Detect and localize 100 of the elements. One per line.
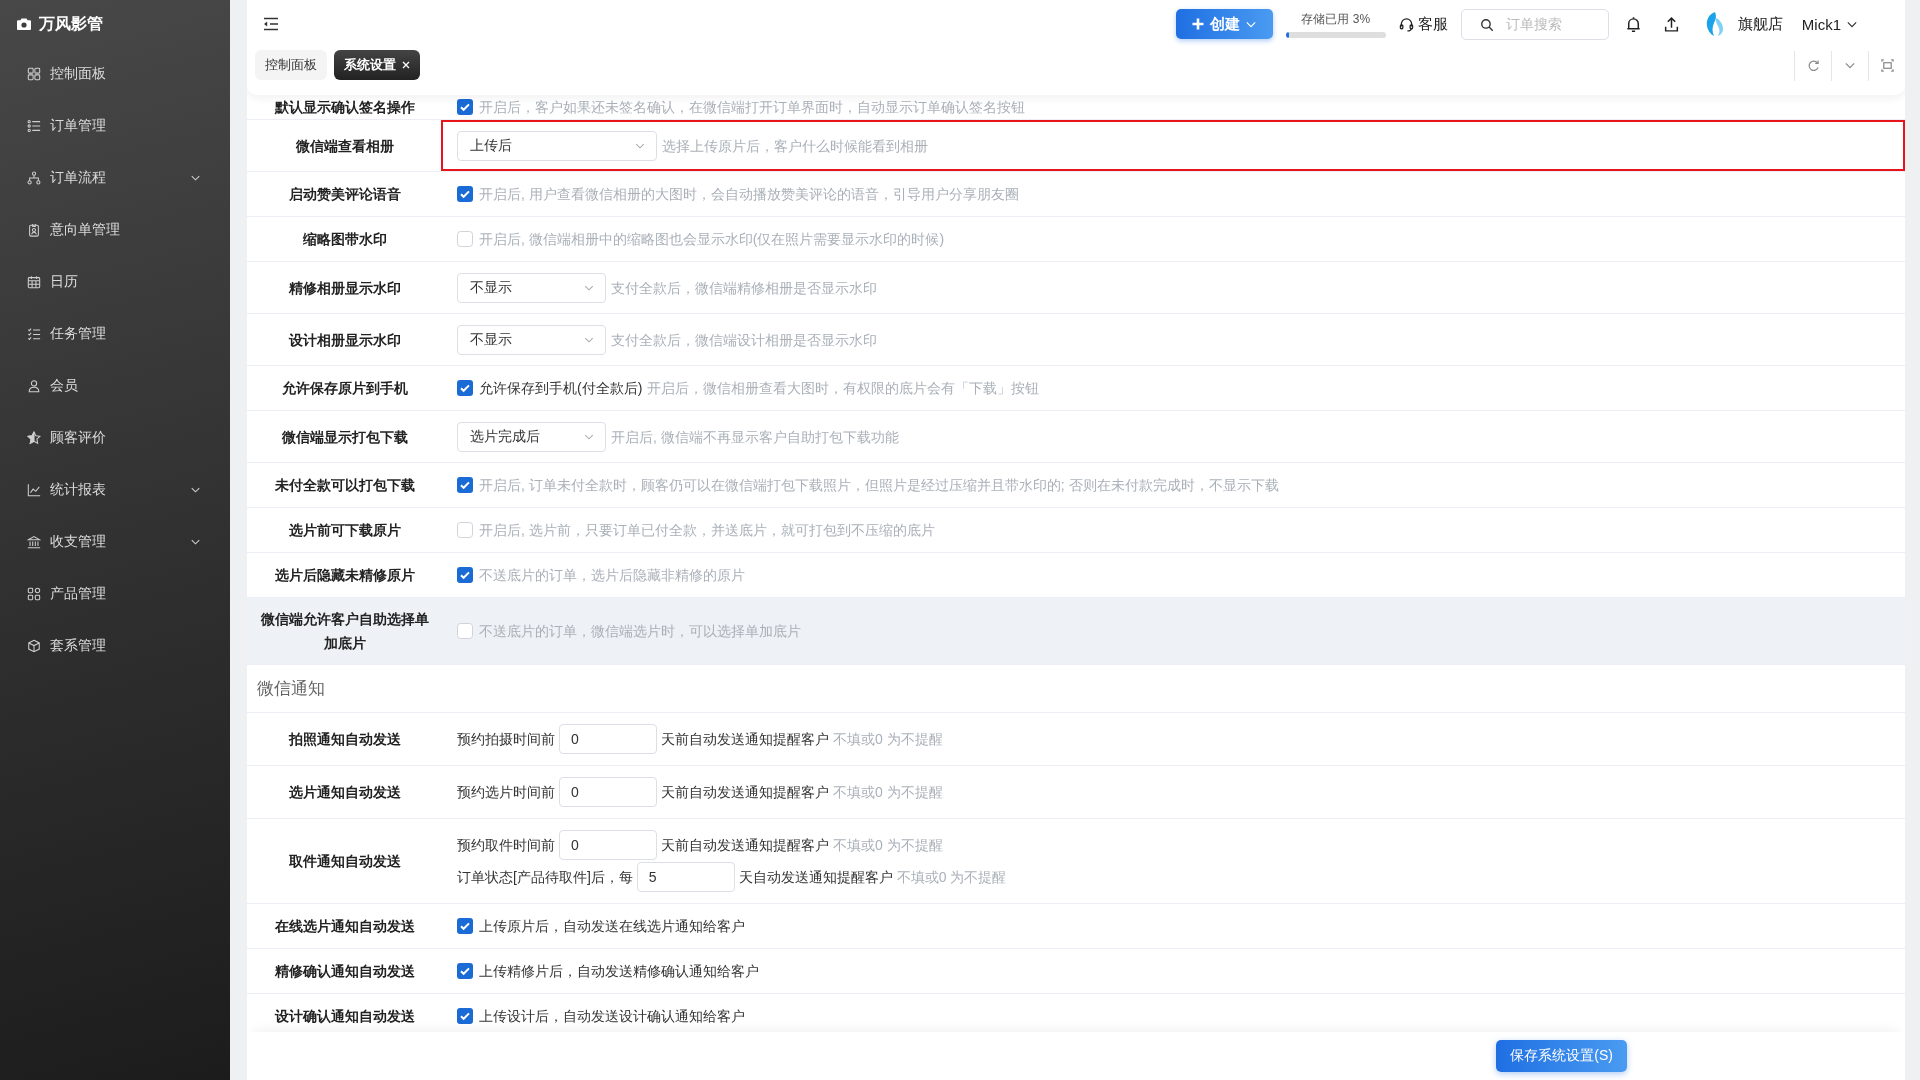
setting-label: 设计确认通知自动发送: [275, 1007, 415, 1026]
save-button[interactable]: 保存系统设置(S): [1496, 1040, 1627, 1072]
hint-text: 不送底片的订单，微信端选片时，可以选择单加底片: [479, 622, 801, 641]
chevron-down-icon[interactable]: [1845, 62, 1855, 69]
sidebar-item[interactable]: 订单流程: [0, 152, 230, 204]
field-suffix-text: 天前自动发送通知提醒客户: [661, 836, 829, 855]
checkbox[interactable]: [457, 231, 473, 247]
select-field[interactable]: 选片完成后: [457, 421, 606, 452]
checkbox[interactable]: [457, 99, 473, 115]
input-field[interactable]: 0: [559, 830, 657, 860]
hint-text: 开启后, 微信端不再显示客户自助打包下载功能: [611, 427, 899, 447]
camera-icon: [17, 18, 31, 30]
setting-label: 拍照通知自动发送: [289, 730, 401, 749]
grid-icon: [27, 67, 41, 81]
list-icon: [27, 119, 41, 133]
hint-text: 不填或0 为不提醒: [896, 868, 1007, 887]
hint-text: 开启后, 用户查看微信相册的大图时，会自动播放赞美评论的语音，引导用户分享朋友圈: [479, 185, 1019, 204]
apps-icon: [27, 587, 41, 601]
checkbox[interactable]: [457, 477, 473, 493]
chevron-down-icon: [191, 175, 200, 181]
setting-label: 选片后隐藏未精修原片: [275, 566, 415, 585]
setting-label: 微信端查看相册: [296, 136, 394, 156]
checkbox[interactable]: [457, 623, 473, 639]
hint-text: 不填或0 为不提醒: [833, 836, 943, 855]
tab[interactable]: 系统设置: [334, 49, 420, 80]
setting-label: 微信端允许客户自助选择单加底片: [260, 610, 430, 653]
hint-text: 支付全款后，微信端精修相册是否显示水印: [611, 278, 877, 298]
sidebar-item[interactable]: 统计报表: [0, 464, 230, 516]
checklist-icon: [27, 327, 41, 341]
input-field[interactable]: 0: [559, 777, 657, 807]
setting-label: 启动赞美评论语音: [289, 185, 401, 204]
create-button[interactable]: 创建: [1175, 9, 1273, 39]
checkbox[interactable]: [457, 380, 473, 396]
hint-text: 开启后, 订单未付全款时，顾客仍可以在微信端打包下载照片，但照片是经过压缩并且带水印的; 否则在未付款完成时，不显示下载: [479, 476, 1279, 495]
setting-label: 设计相册显示水印: [289, 330, 401, 350]
setting-label: 未付全款可以打包下载: [275, 476, 415, 495]
select-field[interactable]: 不显示: [457, 324, 606, 355]
field-suffix-text: 天前自动发送通知提醒客户: [661, 730, 829, 749]
calendar-icon: [27, 275, 41, 289]
field-prefix-text: 预约拍摄时间前: [457, 730, 555, 749]
sidebar-item[interactable]: 会员: [0, 360, 230, 412]
setting-label: 默认显示确认签名操作: [275, 98, 415, 117]
checkbox[interactable]: [457, 918, 473, 934]
sidebar-item[interactable]: 控制面板: [0, 48, 230, 100]
hint-text: 开启后, 选片前，只要订单已付全款，并送底片，就可打包到不压缩的底片: [479, 521, 935, 540]
sidebar-item[interactable]: 任务管理: [0, 308, 230, 360]
frame-icon[interactable]: [1880, 59, 1894, 72]
chevron-down-icon: [1847, 20, 1857, 28]
hint-text: 不填或0 为不提醒: [833, 730, 943, 749]
checkbox[interactable]: [457, 1008, 473, 1024]
search-field[interactable]: 订单搜索: [1460, 8, 1609, 40]
sidebar-item[interactable]: 顾客评价: [0, 412, 230, 464]
chevron-down-icon: [635, 142, 645, 149]
menu-icon[interactable]: [263, 17, 279, 31]
hint-text: 不填或0 为不提醒: [833, 783, 943, 802]
hierarchy-icon: [27, 171, 41, 185]
user-menu[interactable]: Mick1: [1801, 15, 1857, 33]
upload-icon[interactable]: [1662, 15, 1680, 33]
field-prefix-text: 订单状态[产品待取件]后，每: [457, 868, 633, 887]
sidebar-item[interactable]: 套系管理: [0, 620, 230, 672]
headset-icon: [1398, 16, 1414, 32]
chevron-down-icon: [191, 487, 200, 493]
user-icon: [27, 379, 41, 393]
hint-text: 开启后, 微信端相册中的缩略图也会显示水印(仅在照片需要显示水印的时候): [479, 230, 945, 249]
brand-name: 万风影管: [39, 13, 103, 34]
input-field[interactable]: 5: [636, 862, 735, 892]
checkbox[interactable]: [457, 522, 473, 538]
field-prefix-text: 预约选片时间前: [457, 783, 555, 802]
checkbox[interactable]: [457, 567, 473, 583]
refresh-icon[interactable]: [1806, 59, 1820, 72]
field-suffix-text: 天前自动发送通知提醒客户: [661, 783, 829, 802]
shop-name: 旗舰店: [1737, 14, 1783, 34]
hint-text: 开启后，微信相册查看大图时，有权限的底片会有「下载」按钮: [647, 379, 1040, 398]
id-badge-icon: [27, 223, 41, 237]
close-icon[interactable]: [402, 60, 410, 69]
bell-icon[interactable]: [1624, 15, 1642, 33]
setting-label: 精修确认通知自动发送: [275, 962, 415, 981]
input-field[interactable]: 0: [559, 724, 657, 754]
checkbox-label: 上传精修片后，自动发送精修确认通知给客户: [479, 962, 759, 981]
hint-text: 不送底片的订单，选片后隐藏非精修的原片: [479, 566, 745, 585]
support-link[interactable]: 客服: [1398, 14, 1448, 34]
sidebar-item[interactable]: 产品管理: [0, 568, 230, 620]
sidebar-item[interactable]: 意向单管理: [0, 204, 230, 256]
sidebar-item[interactable]: 收支管理: [0, 516, 230, 568]
checkbox[interactable]: [457, 186, 473, 202]
cube-icon: [27, 639, 41, 653]
checkbox-label: 允许保存到手机(付全款后): [479, 379, 643, 398]
sidebar-item[interactable]: 订单管理: [0, 100, 230, 152]
select-field[interactable]: 不显示: [457, 272, 606, 303]
star-icon: [27, 431, 41, 445]
setting-label: 选片通知自动发送: [289, 783, 401, 802]
select-field[interactable]: 上传后: [457, 130, 657, 161]
sidebar-item[interactable]: 日历: [0, 256, 230, 308]
field-suffix-text: 天自动发送通知提醒客户: [738, 868, 893, 887]
setting-label: 微信端显示打包下载: [282, 427, 408, 447]
tab[interactable]: 控制面板: [255, 49, 327, 80]
setting-label: 缩略图带水印: [303, 230, 387, 249]
setting-label: 精修相册显示水印: [289, 278, 401, 298]
checkbox[interactable]: [457, 963, 473, 979]
line-chart-icon: [27, 483, 41, 497]
